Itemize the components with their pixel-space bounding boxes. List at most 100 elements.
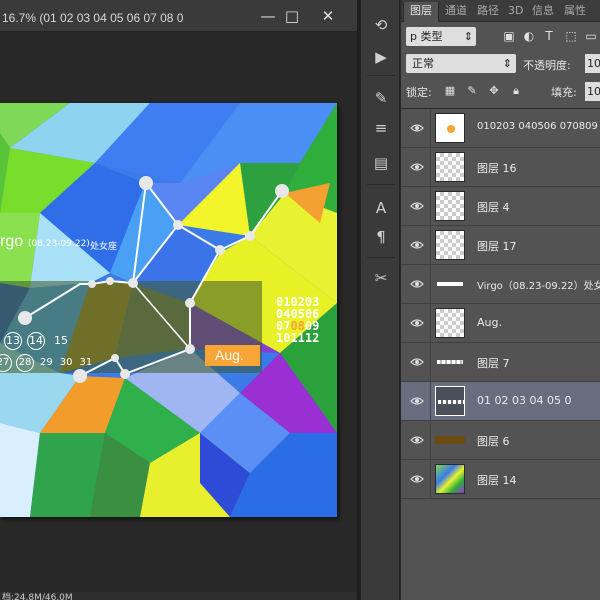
layer-name: Aug. [477, 316, 502, 329]
document-title-bar[interactable]: 16.7% (01 02 03 04 05 06 07 08 0 — □ ✕ [0, 0, 357, 32]
smart-object-filter-icon[interactable]: ▭ [583, 28, 599, 44]
layer-thumbnail [435, 230, 465, 260]
opacity-label: 不透明度: [523, 59, 571, 72]
visibility-toggle[interactable] [401, 460, 431, 498]
character-icon[interactable]: A [369, 197, 393, 219]
layers-panel: 图层 通道 路径 3D 信息 属性 p 类型 ⇕ ▣ ◐ T ⬚ ▭ 正常 ⇕ 不透… [401, 0, 600, 600]
layer-thumbnail [435, 191, 465, 221]
layer-row[interactable]: 图层 17 [401, 226, 600, 265]
lock-label: 锁定: [406, 86, 432, 99]
layer-list: 010203 040506 070809 1... 图层 16 图层 4 图层 … [401, 108, 600, 600]
visibility-toggle[interactable] [401, 382, 431, 420]
layer-name: 010203 040506 070809 1... [477, 121, 600, 132]
history-icon[interactable]: ⟲ [369, 14, 393, 36]
layer-thumbnail [435, 308, 465, 338]
layer-thumbnail [435, 152, 465, 182]
layer-thumbnail [435, 386, 465, 416]
visibility-toggle[interactable] [401, 109, 431, 147]
divider [367, 184, 395, 185]
eye-icon [410, 475, 424, 483]
visibility-toggle[interactable] [401, 421, 431, 459]
tab-paths[interactable]: 路径 [477, 4, 499, 22]
paragraph-icon[interactable]: ¶ [369, 226, 393, 248]
lock-position-icon[interactable]: ✥ [487, 84, 501, 98]
layer-thumbnail [435, 269, 465, 299]
divider [367, 75, 395, 76]
tools-icon[interactable]: ✂ [369, 267, 393, 289]
maximize-button[interactable]: □ [278, 6, 306, 26]
layer-name: 图层 17 [477, 240, 517, 253]
layer-row[interactable]: Aug. [401, 304, 600, 343]
sign-cn: 处女座 [90, 242, 118, 252]
shape-filter-icon[interactable]: ⬚ [563, 28, 579, 44]
panel-icon-strip: ⟲ ▶ ✎ ≡ ▤ A ¶ ✂ [360, 0, 400, 600]
tab-3d[interactable]: 3D [508, 4, 523, 22]
month-label: Aug. [215, 347, 244, 363]
layer-thumbnail [435, 113, 465, 143]
layer-name: 01 02 03 04 05 0 [477, 394, 572, 407]
layer-name: 图层 7 [477, 357, 510, 370]
eye-icon [410, 397, 424, 405]
visibility-toggle[interactable] [401, 304, 431, 342]
eye-icon [410, 280, 424, 288]
stamp-icon[interactable]: ▤ [369, 152, 393, 174]
type-filter-icon[interactable]: T [541, 28, 557, 44]
canvas-area[interactable]: rgo (08.23-09.22) 处女座 010203 040506 0708… [0, 32, 357, 592]
tab-info[interactable]: 信息 [532, 4, 554, 22]
grid-numbers: 010203 040506 070809 101112 [276, 295, 320, 345]
layer-row[interactable]: 图层 7 [401, 343, 600, 382]
layer-row[interactable]: 图层 14 [401, 460, 600, 499]
layer-name: 图层 4 [477, 201, 510, 214]
fill-input[interactable]: 100 [585, 82, 600, 101]
lock-all-icon[interactable]: 🔒︎ [509, 84, 523, 98]
panel-tabs: 图层 通道 路径 3D 信息 属性 [401, 0, 600, 22]
eye-icon [410, 241, 424, 249]
artboard[interactable]: rgo (08.23-09.22) 处女座 010203 040506 0708… [0, 103, 337, 517]
fill-label: 填充: [551, 86, 577, 99]
brush-settings-icon[interactable]: ≡ [369, 117, 393, 139]
eye-icon [410, 319, 424, 327]
lock-transparent-icon[interactable]: ▦ [443, 84, 457, 98]
layer-name: 图层 14 [477, 474, 517, 487]
play-icon[interactable]: ▶ [369, 46, 393, 68]
eye-icon [410, 436, 424, 444]
adjustment-filter-icon[interactable]: ◐ [521, 28, 537, 44]
layer-thumbnail [435, 425, 465, 455]
doc-size: 档:24.8M/46.0M [2, 593, 73, 600]
visibility-toggle[interactable] [401, 226, 431, 264]
layer-name: Virgo（08.23-09.22）处女 [477, 281, 600, 292]
tab-channels[interactable]: 通道 [445, 4, 467, 22]
eye-icon [410, 358, 424, 366]
visibility-toggle[interactable] [401, 187, 431, 225]
opacity-input[interactable]: 100 [585, 54, 600, 73]
calendar-row-2: 2728293031 [0, 354, 92, 372]
layer-thumbnail [435, 347, 465, 377]
layer-row-selected[interactable]: 01 02 03 04 05 0 [401, 382, 600, 421]
close-button[interactable]: ✕ [314, 6, 342, 26]
blend-row: 正常⇕ 不透明度: 100 [401, 50, 600, 77]
layer-row[interactable]: 图层 4 [401, 187, 600, 226]
blend-mode-select[interactable]: 正常 ⇕ [406, 54, 516, 73]
eye-icon [410, 163, 424, 171]
visibility-toggle[interactable] [401, 265, 431, 303]
layer-row[interactable]: 图层 16 [401, 148, 600, 187]
status-bar: 档:24.8M/46.0M [0, 592, 357, 600]
date-range: (08.23-09.22) [28, 239, 90, 249]
layer-row[interactable]: 010203 040506 070809 1... [401, 109, 600, 148]
layer-row[interactable]: Virgo（08.23-09.22）处女 [401, 265, 600, 304]
document-title: 16.7% (01 02 03 04 05 06 07 08 0 [2, 11, 184, 25]
layer-row[interactable]: 图层 6 [401, 421, 600, 460]
tab-properties[interactable]: 属性 [564, 4, 586, 22]
filter-type-select[interactable]: p 类型 ⇕ [406, 27, 476, 46]
visibility-toggle[interactable] [401, 148, 431, 186]
visibility-toggle[interactable] [401, 343, 431, 381]
filter-row: p 类型 ⇕ ▣ ◐ T ⬚ ▭ [401, 23, 600, 50]
layer-thumbnail [435, 464, 465, 494]
lock-image-icon[interactable]: ✎ [465, 84, 479, 98]
image-filter-icon[interactable]: ▣ [501, 28, 517, 44]
brush-icon[interactable]: ✎ [369, 87, 393, 109]
divider [367, 257, 395, 258]
layer-name: 图层 6 [477, 435, 510, 448]
lock-row: 锁定: ▦ ✎ ✥ 🔒︎ 填充: 100 [401, 78, 600, 105]
tab-layers[interactable]: 图层 [403, 2, 439, 22]
